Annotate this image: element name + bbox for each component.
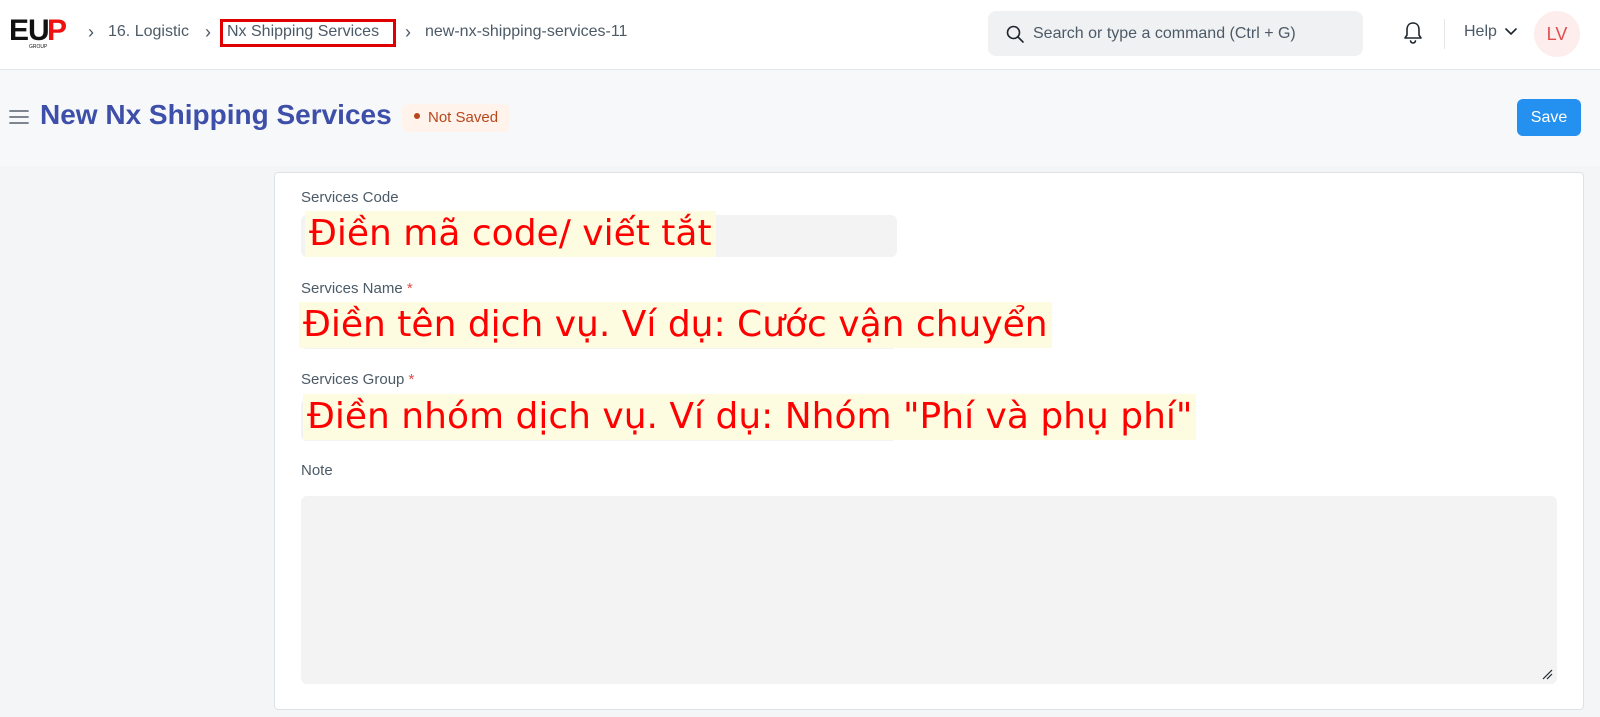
note-textarea[interactable] <box>301 496 1557 684</box>
breadcrumb-current-doc[interactable]: new-nx-shipping-services-11 <box>425 22 627 42</box>
save-button[interactable]: Save <box>1517 99 1581 136</box>
services-code-label: Services Code <box>301 189 399 206</box>
field-label-text: Services Group <box>301 371 405 388</box>
svg-text:E: E <box>9 14 29 47</box>
search-icon <box>1006 25 1024 43</box>
help-dropdown[interactable]: Help <box>1464 23 1517 41</box>
chevron-down-icon <box>1505 28 1517 35</box>
note-label: Note <box>301 462 333 479</box>
breadcrumb-logistic[interactable]: 16. Logistic <box>108 22 189 42</box>
search-placeholder: Search or type a command (Ctrl + G) <box>1033 25 1296 42</box>
chevron-right-icon: › <box>88 22 94 42</box>
services-name-annotation: Điền tên dịch vụ. Ví dụ: Cước vận chuyển <box>299 302 1052 348</box>
svg-text:GROUP: GROUP <box>29 44 48 50</box>
services-code-annotation: Điền mã code/ viết tắt <box>305 211 716 257</box>
chevron-right-icon: › <box>405 22 411 42</box>
navbar-divider <box>1444 19 1445 49</box>
search-input[interactable]: Search or type a command (Ctrl + G) <box>988 11 1363 56</box>
status-dot-icon <box>414 113 420 120</box>
svg-text:P: P <box>47 14 67 47</box>
field-label-text: Note <box>301 462 333 479</box>
status-text: Not Saved <box>428 109 499 126</box>
resize-handle-icon[interactable] <box>1541 668 1553 680</box>
company-logo[interactable]: E U P GROUP <box>9 14 69 50</box>
notification-bell-icon[interactable] <box>1402 21 1424 45</box>
status-badge: Not Saved <box>402 104 511 132</box>
breadcrumb-highlight-box <box>220 19 396 47</box>
field-label-text: Services Code <box>301 189 399 206</box>
services-group-annotation: Điền nhóm dịch vụ. Ví dụ: Nhóm "Phí và p… <box>303 394 1197 440</box>
required-marker: * <box>406 280 413 297</box>
page-title: New Nx Shipping Services <box>40 99 392 130</box>
services-name-label: Services Name * <box>301 280 413 297</box>
avatar[interactable]: LV <box>1534 11 1580 57</box>
chevron-right-icon: › <box>205 22 211 42</box>
form-card: Services Code Điền mã code/ viết tắt Ser… <box>274 172 1584 710</box>
top-navbar: E U P GROUP › 16. Logistic › Nx Shipping… <box>0 0 1600 70</box>
required-marker: * <box>408 371 415 388</box>
sidebar-toggle-icon[interactable] <box>9 109 29 125</box>
help-label: Help <box>1464 23 1497 40</box>
field-label-text: Services Name <box>301 280 403 297</box>
page-head: New Nx Shipping Services Not Saved Save <box>0 70 1600 166</box>
services-group-label: Services Group * <box>301 371 414 388</box>
